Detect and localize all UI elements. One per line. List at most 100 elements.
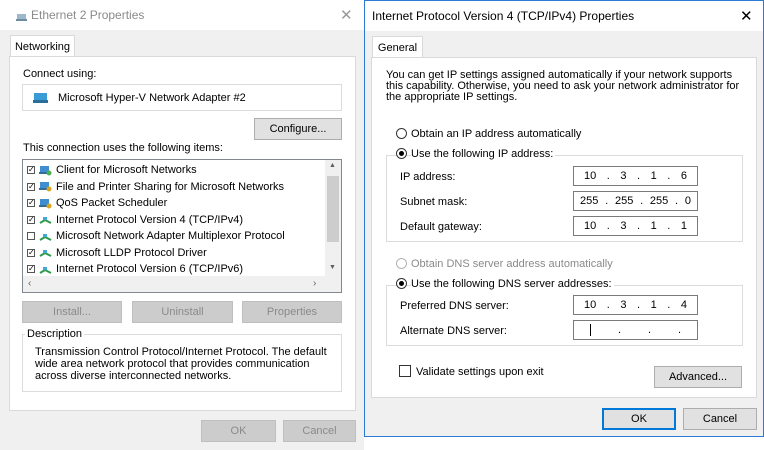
- item-label: Internet Protocol Version 4 (TCP/IPv4): [56, 213, 244, 226]
- install-button[interactable]: Install...: [22, 301, 122, 323]
- subnet-mask-field[interactable]: 255. 255. 255. 0: [573, 191, 698, 211]
- mask-octet-4: 0: [684, 195, 691, 207]
- use-following-ip-label[interactable]: Use the following IP address:: [411, 148, 556, 160]
- list-item[interactable]: ✓ Client for Microsoft Networks: [23, 162, 323, 178]
- gw-octet-1: 10: [584, 220, 597, 232]
- right-close-icon[interactable]: ✕: [740, 7, 753, 25]
- scroll-left-icon[interactable]: ‹: [28, 278, 31, 289]
- left-close-icon[interactable]: ✕: [340, 6, 353, 24]
- scroll-up-icon[interactable]: ▲: [329, 162, 336, 169]
- gateway-label: Default gateway:: [400, 221, 482, 233]
- dot-separator: .: [606, 299, 610, 311]
- left-dialog-title: Ethernet 2 Properties: [31, 8, 145, 22]
- scroll-right-icon[interactable]: ›: [313, 278, 316, 289]
- dot-separator: .: [637, 170, 641, 182]
- list-item[interactable]: Microsoft Network Adapter Multiplexor Pr…: [23, 228, 323, 244]
- dot-separator: .: [605, 195, 609, 207]
- use-following-dns-label[interactable]: Use the following DNS server addresses:: [411, 278, 614, 290]
- horizontal-scrollbar[interactable]: ‹ ›: [23, 276, 341, 292]
- item-checkbox[interactable]: [27, 232, 35, 240]
- alternate-dns-field[interactable]: . . .: [573, 320, 698, 340]
- dot-separator: .: [606, 220, 610, 232]
- ip-octet-3: 1: [650, 170, 657, 182]
- list-item[interactable]: ✓ QoS Packet Scheduler: [23, 195, 323, 211]
- network-protocol-icon: [39, 247, 56, 258]
- validate-label[interactable]: Validate settings upon exit: [416, 366, 544, 378]
- right-cancel-button[interactable]: Cancel: [683, 408, 757, 430]
- tab-networking[interactable]: Networking: [10, 35, 75, 57]
- components-list[interactable]: ✓ Client for Microsoft Networks ✓ File and …: [22, 159, 342, 293]
- item-label: QoS Packet Scheduler: [56, 197, 168, 209]
- description-label: Description: [25, 328, 85, 340]
- network-adapter-icon: [16, 14, 27, 21]
- obtain-dns-auto-label[interactable]: Obtain DNS server address automatically: [411, 258, 613, 270]
- item-label: Internet Protocol Version 6 (TCP/IPv6): [56, 263, 244, 275]
- text-cursor: [590, 324, 591, 336]
- dot-separator: .: [667, 220, 671, 232]
- adapter-field: Microsoft Hyper-V Network Adapter #2: [22, 84, 342, 111]
- gateway-field[interactable]: 10. 3. 1. 1: [573, 216, 698, 236]
- configure-button[interactable]: Configure...: [254, 118, 342, 140]
- intro-text: You can get IP settings assigned automat…: [386, 69, 740, 103]
- use-following-dns-radio[interactable]: [396, 278, 407, 289]
- left-title-bar: Ethernet 2 Properties ✕: [0, 0, 364, 30]
- left-ok-button[interactable]: OK: [201, 420, 276, 442]
- scroll-down-icon[interactable]: ▼: [329, 264, 336, 271]
- use-following-ip-radio[interactable]: [396, 148, 407, 159]
- tab-general[interactable]: General: [372, 36, 423, 58]
- pdns-octet-2: 3: [620, 299, 627, 311]
- mask-octet-3: 255: [649, 195, 669, 207]
- mask-octet-1: 255: [580, 195, 599, 207]
- item-label: Microsoft Network Adapter Multiplexor Pr…: [56, 230, 285, 242]
- ipv4-properties-dialog: Internet Protocol Version 4 (TCP/IPv4) P…: [364, 0, 764, 437]
- gw-octet-2: 3: [620, 220, 627, 232]
- item-checkbox[interactable]: ✓: [27, 199, 35, 207]
- preferred-dns-field[interactable]: 10. 3. 1. 4: [573, 295, 698, 315]
- list-item[interactable]: ✓ Microsoft LLDP Protocol Driver: [23, 245, 323, 261]
- dot-separator: .: [677, 324, 681, 336]
- network-service-icon: [39, 181, 56, 192]
- connect-using-label: Connect using:: [23, 68, 97, 80]
- pdns-octet-1: 10: [584, 299, 597, 311]
- left-cancel-button[interactable]: Cancel: [283, 420, 356, 442]
- obtain-ip-auto-radio[interactable]: [396, 128, 407, 139]
- scroll-thumb[interactable]: [327, 176, 339, 242]
- preferred-dns-label: Preferred DNS server:: [400, 300, 509, 312]
- ip-address-label: IP address:: [400, 171, 456, 183]
- components-list-items: ✓ Client for Microsoft Networks ✓ File and …: [23, 162, 325, 277]
- list-item[interactable]: ✓ Internet Protocol Version 6 (TCP/IPv6): [23, 261, 323, 277]
- dot-separator: .: [637, 220, 641, 232]
- network-protocol-icon: [39, 231, 56, 242]
- validate-checkbox[interactable]: [399, 365, 411, 377]
- uninstall-button[interactable]: Uninstall: [132, 301, 233, 323]
- right-ok-button[interactable]: OK: [602, 408, 676, 430]
- advanced-button[interactable]: Advanced...: [654, 366, 742, 388]
- right-title-bar: Internet Protocol Version 4 (TCP/IPv4) P…: [365, 1, 763, 31]
- obtain-dns-auto-radio[interactable]: [396, 258, 407, 269]
- network-service-icon: [39, 198, 56, 209]
- item-checkbox[interactable]: ✓: [27, 248, 35, 257]
- item-label: File and Printer Sharing for Microsoft N…: [56, 180, 285, 193]
- list-item[interactable]: ✓ Internet Protocol Version 4 (TCP/IPv4): [23, 212, 323, 228]
- network-protocol-icon: [39, 214, 56, 225]
- network-protocol-icon: [39, 264, 56, 275]
- network-client-icon: [39, 165, 56, 176]
- item-checkbox[interactable]: ✓: [27, 265, 35, 273]
- item-label: Microsoft LLDP Protocol Driver: [56, 246, 207, 259]
- item-checkbox[interactable]: ✓: [27, 215, 35, 224]
- ip-octet-1: 10: [584, 170, 597, 182]
- list-item[interactable]: ✓ File and Printer Sharing for Microsoft …: [23, 179, 323, 195]
- vertical-scrollbar[interactable]: ▲ ▼: [325, 160, 341, 276]
- obtain-ip-auto-label[interactable]: Obtain an IP address automatically: [411, 128, 581, 140]
- gw-octet-3: 1: [650, 220, 657, 232]
- pdns-octet-4: 4: [680, 299, 687, 311]
- properties-button[interactable]: Properties: [242, 301, 342, 323]
- ip-octet-4: 6: [680, 170, 687, 182]
- ip-address-field[interactable]: 10. 3. 1. 6: [573, 166, 698, 186]
- item-label: Client for Microsoft Networks: [56, 164, 197, 176]
- item-checkbox[interactable]: ✓: [27, 166, 35, 174]
- adapter-name: Microsoft Hyper-V Network Adapter #2: [58, 91, 246, 104]
- item-checkbox[interactable]: ✓: [27, 182, 35, 191]
- right-dialog-title: Internet Protocol Version 4 (TCP/IPv4) P…: [372, 9, 635, 23]
- gw-octet-4: 1: [680, 220, 687, 232]
